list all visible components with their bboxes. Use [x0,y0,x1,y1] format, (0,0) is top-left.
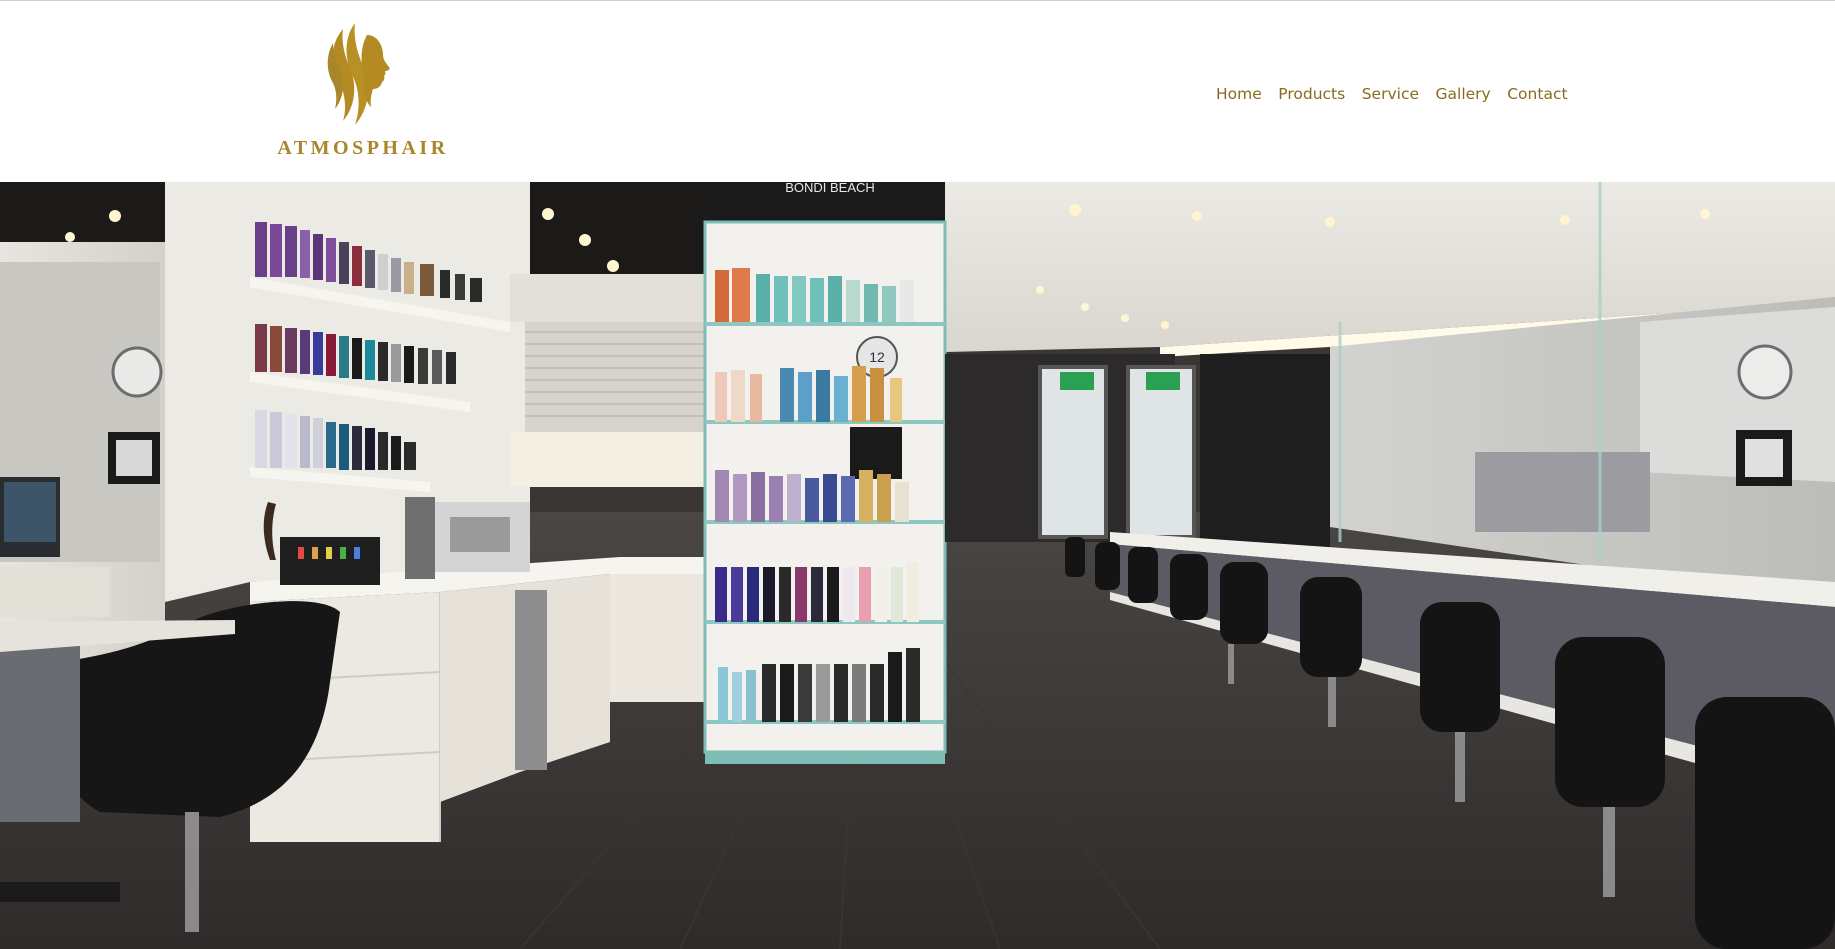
clock-numeral: 12 [869,349,885,365]
bondi-beach-sign: BONDI BEACH [785,182,875,195]
nav-products[interactable]: Products [1278,85,1345,103]
site-header: ATMOSPHAIR Home Products Service Gallery… [0,0,1835,182]
main-navigation: Home Products Service Gallery Contact [1216,83,1568,105]
nav-service[interactable]: Service [1362,85,1419,103]
page: ATMOSPHAIR Home Products Service Gallery… [0,0,1835,949]
woman-profile-hair-icon [327,23,390,125]
hero-salon-photo: BONDI BEACH 12 [0,182,1835,949]
nav-home[interactable]: Home [1216,85,1262,103]
nav-gallery[interactable]: Gallery [1436,85,1491,103]
nav-contact[interactable]: Contact [1507,85,1567,103]
brand-name: ATMOSPHAIR [277,137,449,159]
salon-interior-illustration: BONDI BEACH 12 [0,182,1835,949]
site-logo[interactable]: ATMOSPHAIR [270,21,450,161]
